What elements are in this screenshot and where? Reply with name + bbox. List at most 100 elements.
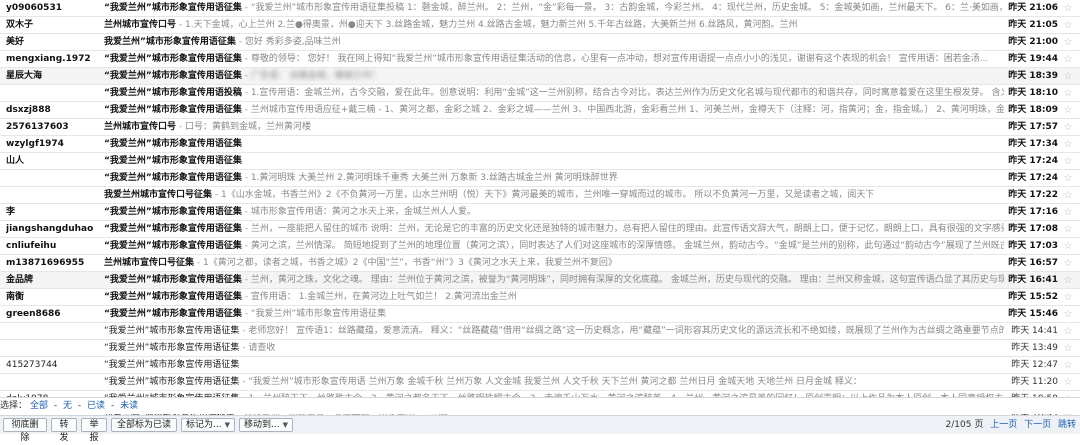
mail-subject[interactable]: “我爱兰州”城市形象宣传用语征集 - 尊敬的领导： 您好！ 我在网上得知“我爱兰…	[104, 51, 1004, 67]
mail-subject[interactable]: “我爱兰州”城市形象宣传用语征集 - 城市形象宣传用语：黄河之水天上来，金城兰州…	[104, 204, 1004, 220]
mail-row[interactable]: “我爱兰州”城市形象宣传用语投稿 - 1.宣传用语：金城兰州，古今交融，爱在此年…	[0, 85, 1080, 102]
mail-sender: 南衡	[6, 292, 25, 302]
mail-subject[interactable]: “我爱兰州”城市形象宣传用语征集 - 宣传用语： 1.金城兰州，在黄河边上吐气如…	[104, 289, 1004, 305]
jump-page-link[interactable]: 跳转	[1058, 420, 1076, 430]
mail-subject-title: “我爱兰州”城市形象宣传用语征集	[104, 275, 242, 285]
mail-subject[interactable]: 我爱兰州”城市形象宣传用语征集 - 您好 秀彩多姿,品味兰州	[104, 34, 1004, 50]
mail-row[interactable]: 我爱兰州城市宣传口号征集 - 1《山水金城，书香兰州》2《不负黄河一万里，山水兰…	[0, 187, 1080, 204]
mail-row[interactable]: “我爱兰州”城市形象宣传用语征集 - 请查收 昨天 13:49 ☆	[0, 340, 1080, 357]
mail-row[interactable]: wzylgf1974 “我爱兰州”城市形象宣传用语征集 昨天 17:34 ☆	[0, 136, 1080, 153]
mail-sender: jiangshangduhao	[6, 224, 94, 234]
mail-row[interactable]: “我爱兰州”城市形象宣传用语征集 - 老师您好！ 宣传语1：丝路藏蕴，爱意流淌。…	[0, 323, 1080, 340]
mail-subject[interactable]: “我爱兰州”城市形象宣传用语征集 - 兰州，黄河之珠，文化之魂。 理由：兰州位于…	[104, 272, 1004, 288]
mail-subject[interactable]: “我爱兰州”城市形象宣传用语征集 - 黄河之滨，兰州情深。 简短地提到了兰州的地…	[104, 238, 1004, 254]
mail-row[interactable]: 2576137603 兰州城市宣传口号 - 口号：黄鹤到金城，兰州黄河楼 昨天 17…	[0, 119, 1080, 136]
mail-subject[interactable]: “我爱兰州”城市形象宣传用语征集 - “我爱兰州”城市形象宣传用语征集投稿 1：…	[104, 0, 1004, 16]
star-icon[interactable]: ☆	[1061, 34, 1075, 50]
mail-row[interactable]: 415273744 “我爱兰州”城市形象宣传用语征集 昨天 12:47 ☆	[0, 357, 1080, 374]
mail-subject[interactable]: “我爱兰州”城市形象宣传用语征集 - 兰州，一座能把人留住的城市 说明：兰州，无…	[104, 221, 1004, 237]
mail-row[interactable]: 金品牌 “我爱兰州”城市形象宣传用语征集 - 兰州，黄河之珠，文化之魂。 理由：兰…	[0, 272, 1080, 289]
forward-button[interactable]: 转发	[51, 418, 77, 443]
mark-as-label: 标记为...	[186, 420, 222, 430]
star-icon[interactable]: ☆	[1061, 238, 1075, 254]
mail-preview: 兰州城市宣传用语应征+戴三楠 - 1、黄河之都，金彩之城 2、金彩之城——兰州 …	[250, 105, 1004, 115]
mail-row[interactable]: green8686 “我爱兰州”城市形象宣传用语征集 - “我爱兰州”城市形象宣传…	[0, 306, 1080, 323]
star-icon[interactable]: ☆	[1061, 85, 1075, 101]
prev-page-link[interactable]: 上一页	[990, 420, 1017, 430]
mark-as-dropdown[interactable]: 标记为... ▼	[181, 418, 235, 432]
mail-subject[interactable]: “我爱兰州”城市形象宣传用语投稿 - 1.宣传用语：金城兰州，古今交融，爱在此年…	[104, 85, 1004, 101]
mail-subject-separator: -	[241, 173, 251, 183]
mail-preview: “我爱兰州”城市形象宣传用语征集	[250, 309, 387, 319]
page-indicator: 2/105 页	[945, 420, 984, 430]
mark-all-read-button[interactable]: 全部标为已读	[111, 418, 177, 432]
move-to-dropdown[interactable]: 移动到... ▼	[239, 418, 293, 432]
mail-subject[interactable]: “我爱兰州”城市形象宣传用语征集 - 请查收	[104, 340, 1004, 356]
star-icon[interactable]: ☆	[1061, 255, 1075, 271]
star-icon[interactable]: ☆	[1061, 51, 1075, 67]
mail-row[interactable]: 南衡 “我爱兰州”城市形象宣传用语征集 - 宣传用语： 1.金城兰州，在黄河边上吐…	[0, 289, 1080, 306]
star-icon[interactable]: ☆	[1061, 119, 1075, 135]
mail-subject[interactable]: “我爱兰州”城市形象宣传用语征集 - 1.黄河明珠 大美兰州 2.黄河明珠千重秀…	[104, 170, 1004, 186]
star-icon[interactable]: ☆	[1061, 0, 1075, 16]
mail-subject[interactable]: 我爱兰州城市宣传口号征集 - 1《山水金城，书香兰州》2《不负黄河一万里，山水兰…	[104, 187, 1004, 203]
mail-subject-title: 兰州城市宣传口号	[104, 122, 177, 132]
star-icon[interactable]: ☆	[1061, 204, 1075, 220]
mail-row[interactable]: cnliufeihu “我爱兰州”城市形象宣传用语征集 - 黄河之滨，兰州情深。 …	[0, 238, 1080, 255]
mail-subject-separator: -	[194, 258, 203, 268]
star-icon[interactable]: ☆	[1061, 221, 1075, 237]
select-none-link[interactable]: 无	[63, 401, 72, 411]
mail-row[interactable]: 星辰大海 “我爱兰州”城市形象宣传用语征集 - 广告语： 丝路金城，臻城兰州！ 昨天…	[0, 68, 1080, 85]
mail-sender	[6, 170, 98, 186]
mail-subject-title: 我爱兰州城市宣传口号征集	[104, 190, 213, 200]
mail-preview: “我爱兰州”城市形象宣传用语征集投稿 1：磬金城，醉兰州。 2：兰州，“金”彩每…	[250, 3, 1004, 13]
mail-subject[interactable]: “我爱兰州”城市形象宣传用语征集	[104, 357, 1004, 373]
star-icon[interactable]: ☆	[1061, 272, 1075, 288]
select-all-link[interactable]: 全部	[30, 401, 48, 411]
star-icon[interactable]: ☆	[1061, 323, 1075, 339]
mail-row[interactable]: y09060531 “我爱兰州”城市形象宣传用语征集 - “我爱兰州”城市形象宣传…	[0, 0, 1080, 17]
star-icon[interactable]: ☆	[1061, 102, 1075, 118]
star-icon[interactable]: ☆	[1061, 170, 1075, 186]
select-read-link[interactable]: 已读	[87, 401, 105, 411]
star-icon[interactable]: ☆	[1061, 68, 1075, 84]
star-icon[interactable]: ☆	[1061, 357, 1075, 373]
mail-subject-title: “我爱兰州”城市形象宣传用语征集	[104, 156, 242, 166]
star-icon[interactable]: ☆	[1061, 340, 1075, 356]
mail-subject[interactable]: 兰州城市宣传口号征集 - 1《黄河之都，读者之城，书香之城》2《中国“兰”，书香…	[104, 255, 1004, 271]
star-icon[interactable]: ☆	[1061, 17, 1075, 33]
star-icon[interactable]: ☆	[1061, 187, 1075, 203]
mail-subject[interactable]: “我爱兰州”城市形象宣传用语征集 - 广告语： 丝路金城，臻城兰州！	[104, 68, 1004, 84]
mail-row[interactable]: “我爱兰州”城市形象宣传用语征集 - “我爱兰州”城市形象宣传用语 兰州万象 金…	[0, 374, 1080, 391]
mail-preview: 兰州，一座能把人留住的城市 说明：兰州，无论是它的丰富的历史文化还是独特的城市魅…	[250, 224, 1004, 234]
mail-subject[interactable]: 兰州城市宣传口号 - 口号：黄鹤到金城，兰州黄河楼	[104, 119, 1004, 135]
mail-row[interactable]: m13871696955 兰州城市宣传口号征集 - 1《黄河之都，读者之城，书香之…	[0, 255, 1080, 272]
report-button[interactable]: 举报	[81, 418, 107, 443]
star-icon[interactable]: ☆	[1061, 153, 1075, 169]
mail-row[interactable]: “我爱兰州”城市形象宣传用语征集 - 1.黄河明珠 大美兰州 2.黄河明珠千重秀…	[0, 170, 1080, 187]
star-icon[interactable]: ☆	[1061, 136, 1075, 152]
mail-subject[interactable]: “我爱兰州”城市形象宣传用语征集 - “我爱兰州”城市形象宣传用语征集	[104, 306, 1004, 322]
mail-row[interactable]: 山人 “我爱兰州”城市形象宣传用语征集 昨天 17:24 ☆	[0, 153, 1080, 170]
mail-subject[interactable]: “我爱兰州”城市形象宣传用语征集 - 老师您好！ 宣传语1：丝路藏蕴，爱意流淌。…	[104, 323, 1004, 339]
mail-subject[interactable]: “我爱兰州”城市形象宣传用语征集	[104, 153, 1004, 169]
star-icon[interactable]: ☆	[1061, 306, 1075, 322]
mail-row[interactable]: 美好 我爱兰州”城市形象宣传用语征集 - 您好 秀彩多姿,品味兰州 昨天 21:00…	[0, 34, 1080, 51]
mail-subject[interactable]: “我爱兰州”城市形象宣传用语征集	[104, 136, 1004, 152]
mail-row[interactable]: jiangshangduhao “我爱兰州”城市形象宣传用语征集 - 兰州，一座能…	[0, 221, 1080, 238]
mail-subject[interactable]: “我爱兰州”城市形象宣传用语征集 - “我爱兰州”城市形象宣传用语 兰州万象 金…	[104, 374, 1004, 390]
next-page-link[interactable]: 下一页	[1024, 420, 1051, 430]
mail-row[interactable]: mengxiang.1972 “我爱兰州”城市形象宣传用语征集 - 尊敬的领导： …	[0, 51, 1080, 68]
mail-row[interactable]: 李 “我爱兰州”城市形象宣传用语征集 - 城市形象宣传用语：黄河之水天上来，金城兰…	[0, 204, 1080, 221]
mail-subject[interactable]: 兰州城市宣传口号 - 1.天下金城，心上兰州 2.兰●得奥景，州●迎天下 3.丝…	[104, 17, 1004, 33]
mail-date: 昨天 18:09	[1008, 105, 1058, 115]
star-icon[interactable]: ☆	[1061, 374, 1075, 390]
mail-row[interactable]: dsxzj888 “我爱兰州”城市形象宣传用语征集 - 兰州城市宣传用语应征+戴三…	[0, 102, 1080, 119]
star-icon[interactable]: ☆	[1061, 289, 1075, 305]
select-unread-link[interactable]: 未读	[120, 401, 138, 411]
delete-permanently-button[interactable]: 彻底删除	[3, 418, 47, 443]
mail-subject-separator: -	[241, 88, 251, 98]
mail-subject-title: “我爱兰州”城市形象宣传用语征集	[104, 54, 242, 64]
mail-subject[interactable]: “我爱兰州”城市形象宣传用语征集 - 兰州城市宣传用语应征+戴三楠 - 1、黄河…	[104, 102, 1004, 118]
mail-row[interactable]: 双木子 兰州城市宣传口号 - 1.天下金城，心上兰州 2.兰●得奥景，州●迎天下 …	[0, 17, 1080, 34]
